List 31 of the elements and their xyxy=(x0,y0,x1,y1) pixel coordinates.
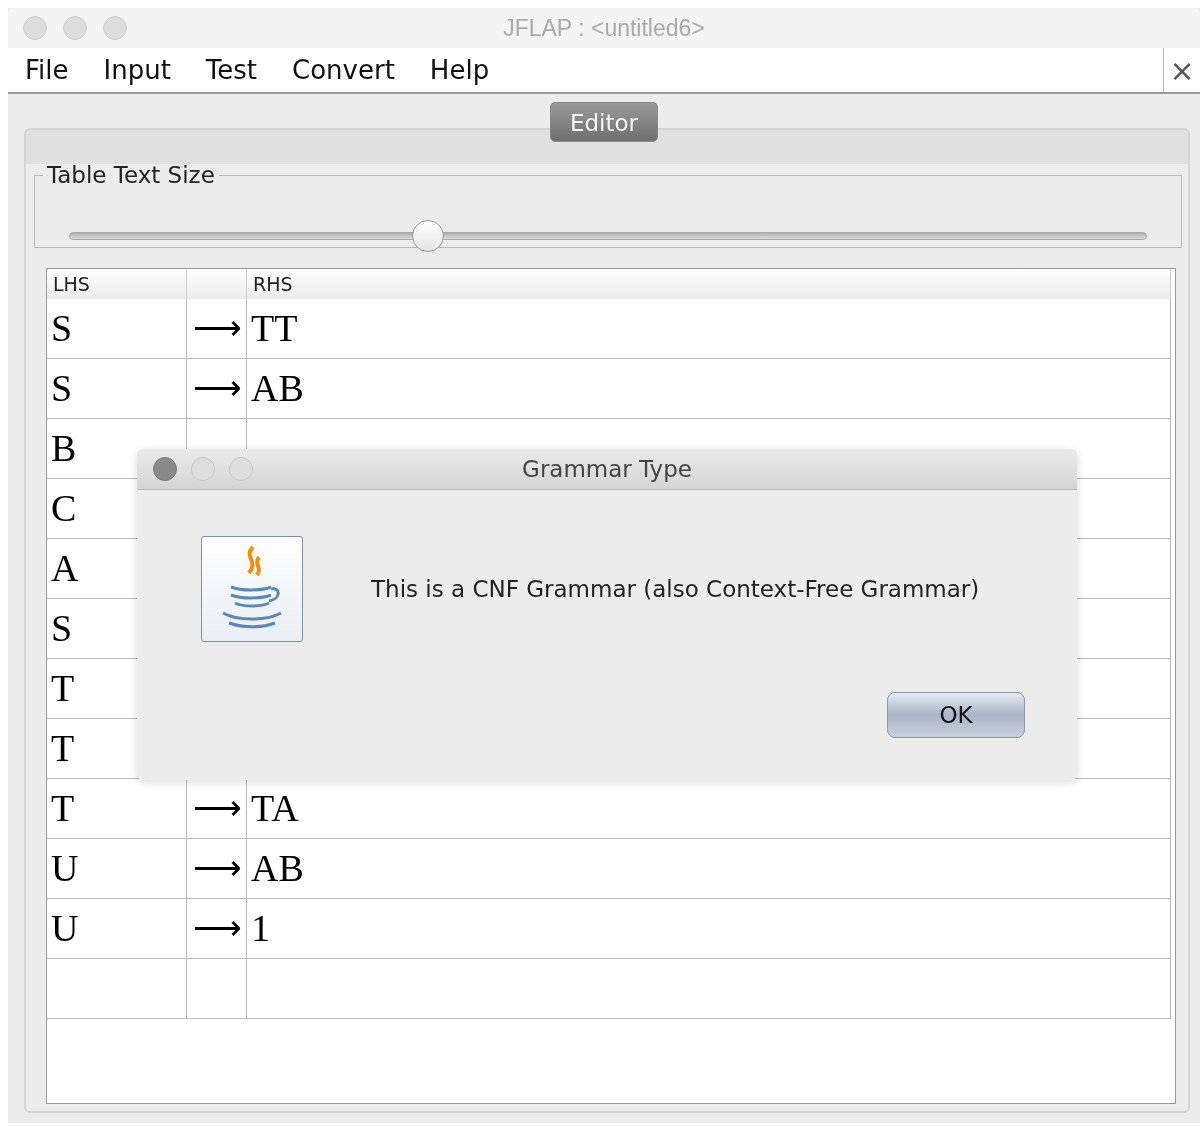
coffee-cup-icon xyxy=(201,536,303,642)
window-control-button[interactable] xyxy=(153,457,177,481)
table-cell xyxy=(187,959,247,1019)
arrow-cell: ⟶ xyxy=(187,299,247,359)
table-cell: S xyxy=(47,299,187,359)
table-cell: U xyxy=(47,839,187,899)
slider[interactable] xyxy=(69,220,1147,252)
table-cell: TT xyxy=(247,299,1171,359)
column-header[interactable]: RHS xyxy=(247,269,1171,299)
menu-item[interactable]: Help xyxy=(412,55,508,85)
dialog-title: Grammar Type xyxy=(522,456,692,482)
arrow-cell: ⟶ xyxy=(187,839,247,899)
window-title: JFLAP : <untitled6> xyxy=(503,14,705,41)
arrow-cell: ⟶ xyxy=(187,899,247,959)
table-cell: 1 xyxy=(247,899,1171,959)
menu-item[interactable]: Input xyxy=(86,55,189,85)
column-header[interactable]: LHS xyxy=(47,269,187,299)
menu-item[interactable]: File xyxy=(8,55,87,85)
column-header[interactable] xyxy=(187,269,247,299)
table-cell: AB xyxy=(247,839,1171,899)
menu-item[interactable]: Test xyxy=(188,55,276,85)
table-cell: AB xyxy=(247,359,1171,419)
table-cell: S xyxy=(47,359,187,419)
slider-label: Table Text Size xyxy=(46,162,216,188)
ok-button[interactable]: OK xyxy=(887,692,1025,738)
table-cell: U xyxy=(47,899,187,959)
arrow-cell: ⟶ xyxy=(187,359,247,419)
slider-thumb[interactable] xyxy=(411,220,444,252)
dialog-message: This is a CNF Grammar (also Context-Free Grammar) xyxy=(371,576,980,602)
menu-item[interactable]: Convert xyxy=(275,55,413,85)
close-button[interactable]: × xyxy=(1163,48,1200,92)
